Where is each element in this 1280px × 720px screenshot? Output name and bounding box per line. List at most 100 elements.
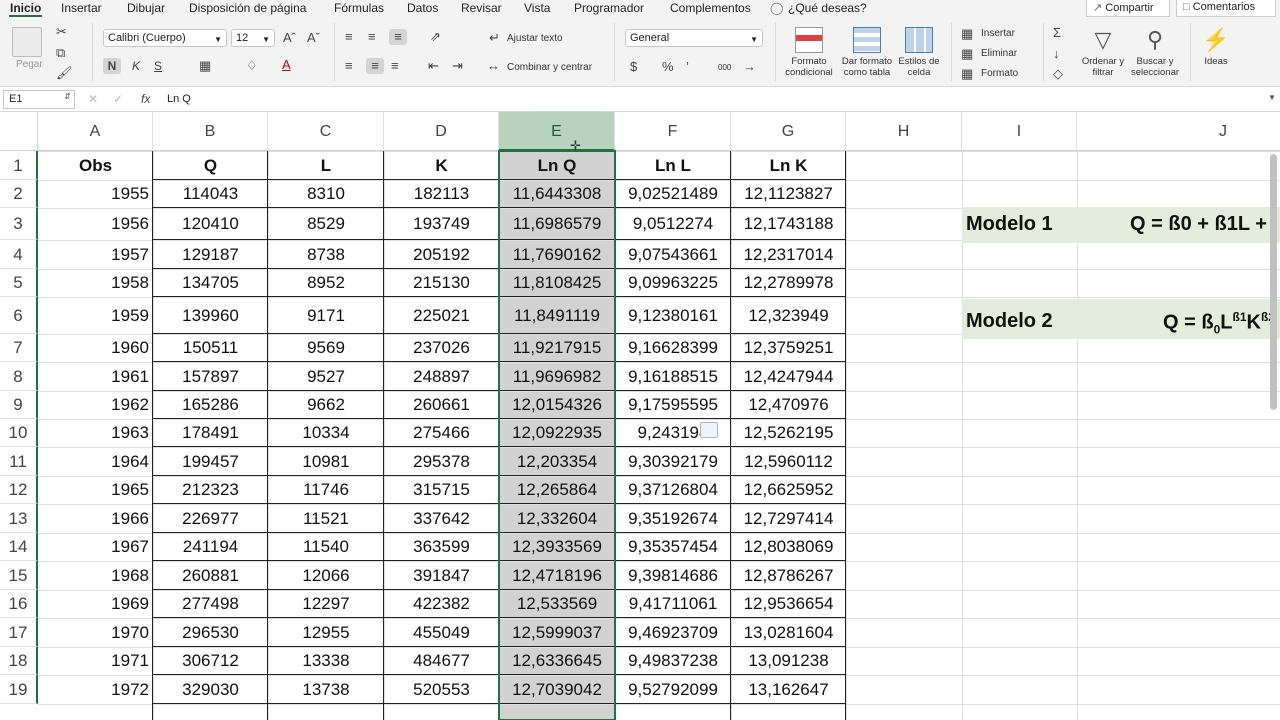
data-cell[interactable]: 391847 <box>384 561 499 590</box>
data-cell[interactable]: 329030 <box>153 675 268 704</box>
data-cell[interactable]: 157897 <box>153 362 268 391</box>
data-cell[interactable]: 12,5262195 <box>731 419 846 447</box>
data-cell[interactable]: 1963 <box>38 419 153 447</box>
data-cell[interactable]: 248897 <box>384 362 499 391</box>
row-header[interactable]: 11 <box>0 447 38 476</box>
data-cell[interactable]: 1970 <box>38 618 153 647</box>
tab-inicio[interactable]: Inicio <box>10 1 41 15</box>
data-cell[interactable]: 12,1123827 <box>731 180 846 208</box>
data-cell[interactable]: 1967 <box>38 533 153 561</box>
number-format-select[interactable]: General ▼ <box>625 29 763 47</box>
data-cell[interactable]: 11521 <box>268 504 384 533</box>
row-header[interactable]: 19 <box>0 675 38 704</box>
data-cell[interactable]: 10334 <box>268 419 384 447</box>
vertical-scrollbar[interactable] <box>1270 154 1277 410</box>
copy-icon[interactable]: ⧉ <box>56 45 65 61</box>
data-cell[interactable]: 12,4247944 <box>731 362 846 391</box>
data-cell[interactable]: 120410 <box>153 208 268 240</box>
data-cell[interactable]: 9,12380161 <box>615 297 731 334</box>
row-header[interactable]: 13 <box>0 504 38 533</box>
data-cell[interactable]: 9,02521489 <box>615 180 731 208</box>
data-cell[interactable]: 9,52792099 <box>615 675 731 704</box>
data-cell[interactable]: 9,37126804 <box>615 476 731 504</box>
data-cell[interactable]: 306712 <box>153 647 268 675</box>
row-header[interactable]: 12 <box>0 476 38 504</box>
row-header[interactable]: 17 <box>0 618 38 647</box>
data-cell[interactable]: 295378 <box>384 447 499 476</box>
data-cell[interactable]: 9,16628399 <box>615 334 731 362</box>
data-cell[interactable]: 12,1743188 <box>731 208 846 240</box>
column-header-c[interactable]: C <box>268 112 384 151</box>
data-cell[interactable]: 178491 <box>153 419 268 447</box>
data-cell[interactable]: 12,9536654 <box>731 590 846 618</box>
tab-complementos[interactable]: Complementos <box>670 1 751 15</box>
data-cell[interactable]: 1972 <box>38 675 153 704</box>
increase-decimal-button[interactable]: 000 <box>718 63 731 72</box>
data-cell[interactable]: 275466 <box>384 419 499 447</box>
paste-icon[interactable] <box>12 27 42 57</box>
data-cell[interactable]: 12,7297414 <box>731 504 846 533</box>
confirm-icon[interactable]: ✓ <box>113 92 123 106</box>
cancel-icon[interactable]: ✕ <box>88 92 98 106</box>
bold-button[interactable]: N <box>103 58 121 74</box>
tell-me-search[interactable]: ¿Qué deseas? <box>788 1 867 15</box>
data-cell[interactable]: 11746 <box>268 476 384 504</box>
data-cell[interactable]: 9,41711061 <box>615 590 731 618</box>
increase-font-icon[interactable]: Aˆ <box>283 30 296 46</box>
tab-programador[interactable]: Programador <box>574 1 644 15</box>
data-cell[interactable]: 150511 <box>153 334 268 362</box>
data-cell[interactable]: 13,0281604 <box>731 618 846 647</box>
row-header[interactable]: 6 <box>0 297 38 334</box>
data-cell[interactable]: 1971 <box>38 647 153 675</box>
data-cell[interactable]: 12,5960112 <box>731 447 846 476</box>
column-header-e[interactable]: E <box>499 112 615 151</box>
data-cell[interactable]: 422382 <box>384 590 499 618</box>
data-cell[interactable]: 1969 <box>38 590 153 618</box>
header-cell[interactable]: Ln L <box>615 151 731 180</box>
data-cell[interactable]: 13,091238 <box>731 647 846 675</box>
decrease-font-icon[interactable]: Aˇ <box>307 30 320 46</box>
decrease-indent-icon[interactable]: ⇤ <box>428 58 439 74</box>
data-cell[interactable]: 1955 <box>38 180 153 208</box>
data-cell[interactable]: 12,6625952 <box>731 476 846 504</box>
data-cell[interactable]: 13338 <box>268 647 384 675</box>
data-cell[interactable]: 455049 <box>384 618 499 647</box>
data-cell[interactable]: 1965 <box>38 476 153 504</box>
tab-revisar[interactable]: Revisar <box>461 1 502 15</box>
data-cell[interactable]: 8738 <box>268 240 384 269</box>
data-cell[interactable]: 12,8038069 <box>731 533 846 561</box>
data-cell[interactable]: 129187 <box>153 240 268 269</box>
column-header-f[interactable]: F <box>615 112 731 151</box>
data-cell[interactable]: 9,35192674 <box>615 504 731 533</box>
data-cell[interactable]: 296530 <box>153 618 268 647</box>
font-color-icon[interactable]: A <box>282 57 291 73</box>
data-cell[interactable]: 1962 <box>38 391 153 419</box>
data-cell[interactable]: 8952 <box>268 269 384 297</box>
increase-indent-icon[interactable]: ⇥ <box>452 58 463 74</box>
expand-formula-bar-icon[interactable]: ▼ <box>1268 93 1276 102</box>
data-cell[interactable]: 8310 <box>268 180 384 208</box>
data-cell[interactable]: 337642 <box>384 504 499 533</box>
row-header[interactable]: 2 <box>0 180 38 208</box>
delete-cells-button[interactable]: Eliminar <box>981 48 1017 59</box>
merge-center-button[interactable]: Combinar y centrar <box>507 62 592 73</box>
font-name-select[interactable]: Calibri (Cuerpo) ▼ <box>103 29 227 47</box>
header-cell[interactable]: L <box>268 151 384 180</box>
data-cell[interactable]: 215130 <box>384 269 499 297</box>
column-header-g[interactable]: G <box>731 112 846 151</box>
align-center-icon[interactable]: ≡ <box>366 58 384 74</box>
data-cell[interactable]: 9,16188515 <box>615 362 731 391</box>
data-cell[interactable]: 1958 <box>38 269 153 297</box>
column-header-j[interactable]: J <box>1077 112 1280 151</box>
data-cell[interactable]: 225021 <box>384 297 499 334</box>
column-header-h[interactable]: H <box>846 112 962 151</box>
data-cell[interactable]: 12,2789978 <box>731 269 846 297</box>
data-cell[interactable]: 9527 <box>268 362 384 391</box>
find-select-button[interactable]: ⚲ Buscar y seleccionar <box>1126 27 1184 78</box>
format-table-button[interactable]: Dar formato como tabla <box>838 27 896 78</box>
format-cells-button[interactable]: Formato <box>981 68 1018 79</box>
data-cell[interactable]: 12,8786267 <box>731 561 846 590</box>
share-button[interactable]: ↗ Compartir <box>1086 0 1170 17</box>
data-cell[interactable]: 12,2317014 <box>731 240 846 269</box>
underline-button[interactable]: S <box>151 58 165 74</box>
